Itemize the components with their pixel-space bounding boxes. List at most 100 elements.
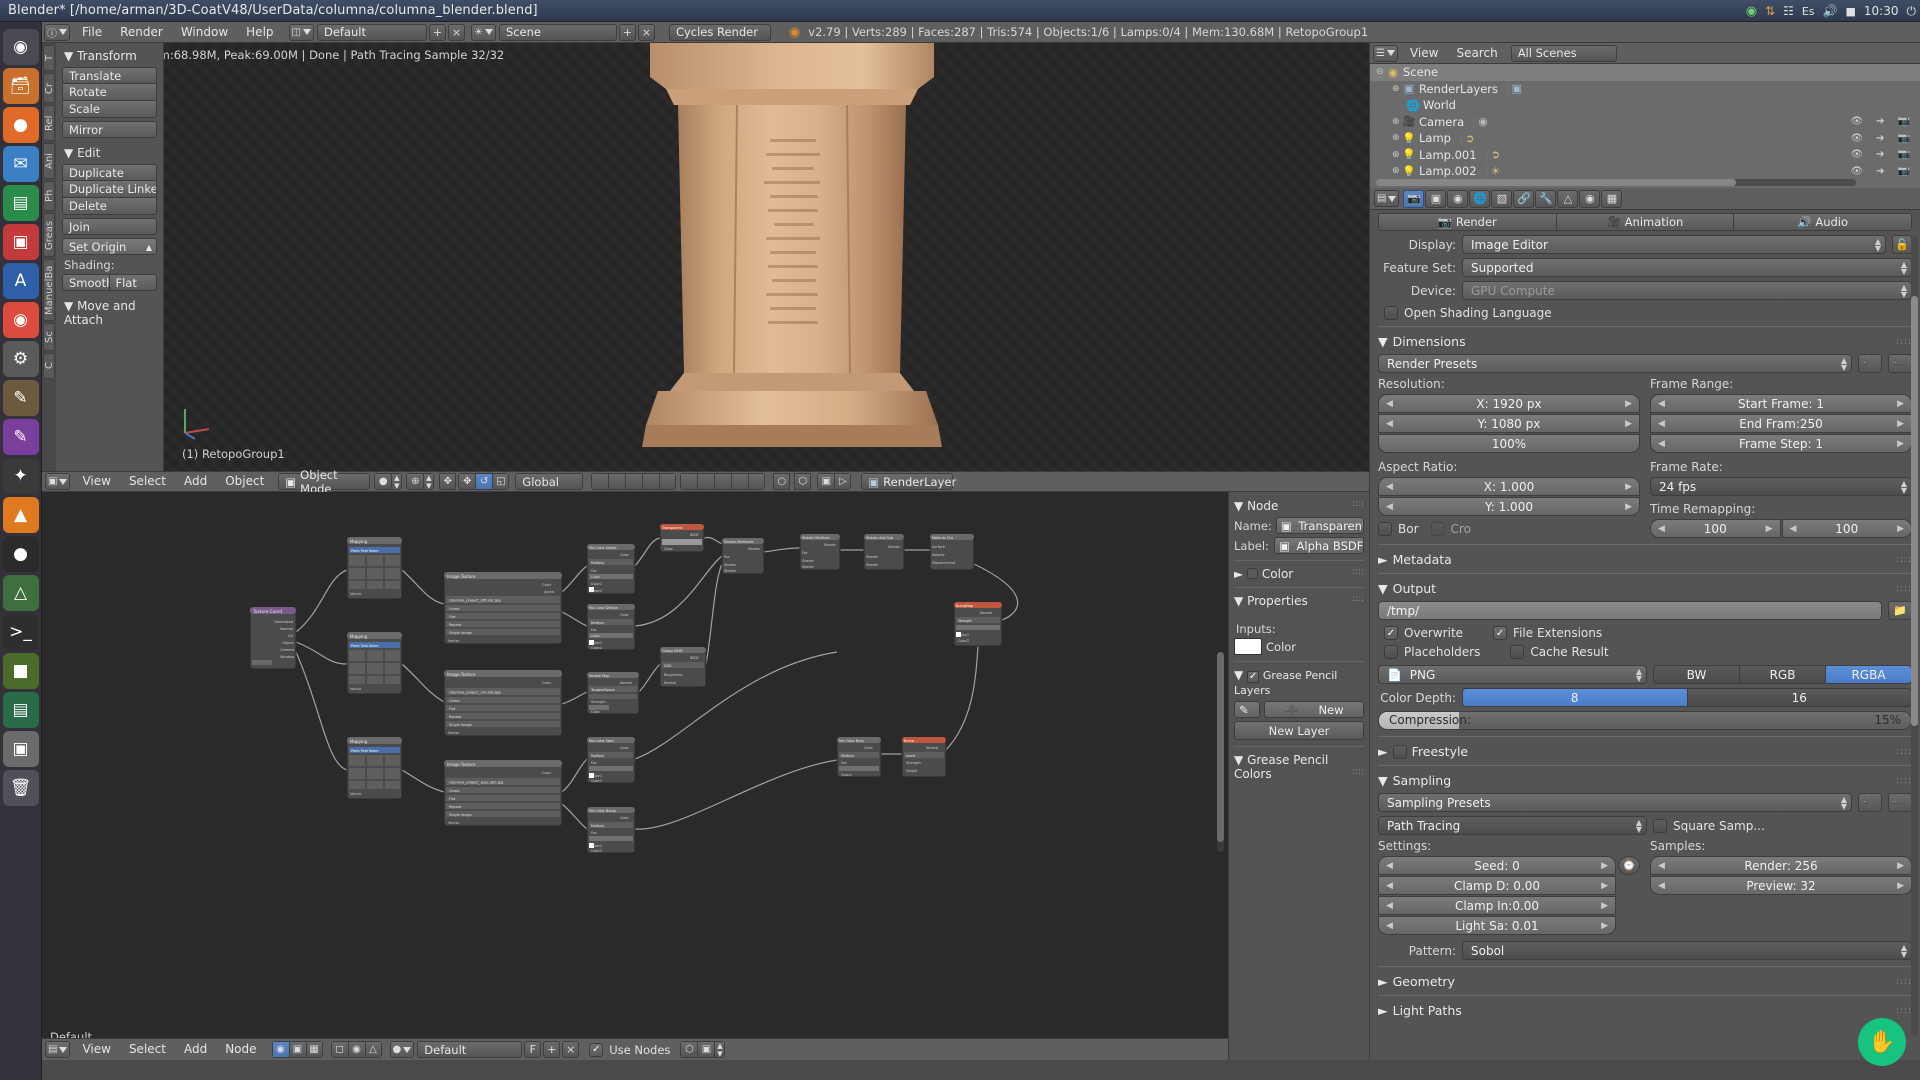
toolshelf-tab-custom[interactable]: C (43, 353, 55, 379)
material-properties-tab-icon[interactable]: ◉ (1579, 189, 1601, 208)
node-menu-select[interactable]: Select (120, 1041, 175, 1058)
pivot-chevron-icon[interactable]: ▲ ▼ (423, 473, 435, 490)
dock-gimp-icon[interactable]: ✎ (2, 380, 39, 416)
delete-scene-button[interactable]: × (637, 23, 655, 41)
constraints-tab-icon[interactable]: 🔗 (1513, 189, 1535, 208)
add-sampling-preset-button[interactable]: ➕ (1858, 793, 1882, 812)
scene-expander-icon[interactable]: ⊖ (1376, 67, 1386, 77)
layer-9[interactable] (731, 473, 749, 490)
placeholders-checkbox[interactable] (1384, 645, 1398, 659)
scale-button[interactable]: Scale (62, 101, 157, 118)
freestyle-section-header[interactable]: ► Freestyle :::: (1378, 744, 1912, 759)
layer-5[interactable] (659, 473, 677, 490)
use-nodes-checkbox[interactable]: ✓ Use Nodes (589, 1042, 670, 1057)
lamp-eye-icon[interactable]: 👁 (1850, 133, 1863, 144)
editor-type-info-icon[interactable]: ⓘ (44, 23, 70, 41)
mirror-button[interactable]: Mirror (62, 121, 157, 138)
colordepth-16-button[interactable]: 16 (1687, 688, 1912, 707)
lamp-render-icon[interactable]: 📷 (1898, 133, 1910, 144)
scene-browse-icon[interactable]: ☀ (470, 23, 496, 41)
clamp-indirect-left-arrow-icon[interactable]: ◀ (1386, 897, 1393, 915)
resolution-percentage-field[interactable]: 100% (1378, 434, 1640, 453)
aspect-y-field[interactable]: ◀ Y: 1.000 ▶ (1378, 497, 1640, 516)
preview-samples-left-arrow-icon[interactable]: ◀ (1658, 877, 1665, 895)
chrome-icon[interactable]: ◉ (1746, 4, 1757, 19)
duplicate-button[interactable]: Duplicate (62, 164, 157, 181)
node-name-input[interactable]: ▣ Transparent ... (1275, 517, 1364, 534)
render-presets-select[interactable]: Render Presets ▲ ▼ (1378, 354, 1852, 373)
outliner-display-mode[interactable]: All Scenes (1510, 44, 1617, 62)
dimensions-section-header[interactable]: ▼ Dimensions :::: (1378, 334, 1912, 349)
3d-viewport[interactable]: Time:00:02.12 | Mem:68.98M, Peak:69.00M … (42, 43, 1369, 471)
outliner-scroll-thumb[interactable] (1376, 179, 1736, 186)
input-color-swatch[interactable] (1234, 638, 1262, 655)
move-attach-panel-header[interactable]: ▼ Move and Attach (64, 299, 157, 327)
render-layers-tab-icon[interactable]: ▣ (1425, 189, 1447, 208)
node-color-section[interactable]: ► Color :::: (1234, 567, 1364, 581)
dock-calc-icon[interactable]: ▤ (2, 692, 39, 728)
dock-chrome-icon[interactable]: ◉ (2, 302, 39, 338)
screen-recorder-hand-icon[interactable]: ✋ (1858, 1018, 1906, 1066)
display-select[interactable]: Image Editor ▲ ▼ (1462, 235, 1886, 254)
node-section-header[interactable]: ▼ Node :::: (1234, 499, 1364, 513)
light-paths-grip-icon[interactable]: :::: (1896, 1006, 1912, 1016)
node-snap-icon[interactable]: ⬡ (680, 1041, 698, 1058)
properties-scroll-thumb[interactable] (1911, 296, 1918, 726)
render-animation-button[interactable]: 🎥 Animation (1556, 213, 1735, 231)
border-checkbox[interactable] (1378, 522, 1392, 536)
updates-icon[interactable]: ⇅ (1765, 4, 1775, 18)
outliner-menu-search[interactable]: Search (1447, 45, 1506, 62)
node-editor[interactable]: Texture Coord Generated Normal UV Object C… (42, 492, 1228, 1060)
render-engine-select[interactable]: Cycles Render (668, 23, 771, 41)
layer-7[interactable] (697, 473, 715, 490)
shader-nodes-icon[interactable]: ◉ (271, 1041, 289, 1058)
remove-render-preset-button[interactable]: ➖ (1888, 354, 1912, 373)
clamp-direct-right-arrow-icon[interactable]: ▶ (1601, 877, 1608, 895)
properties-scrollbar[interactable] (1911, 236, 1918, 1036)
gp-layers-checkbox[interactable]: ✓ (1247, 670, 1260, 683)
camera-eye-icon[interactable]: 👁 (1850, 116, 1863, 127)
dock-vlc-icon[interactable]: ▲ (2, 497, 39, 533)
lamp001-data-icon[interactable]: ➲ (1488, 148, 1502, 161)
renderlayer-data-icon[interactable]: ▣ (1510, 82, 1524, 95)
lamp002-cursor-icon[interactable]: ➔ (1876, 166, 1884, 177)
frame-rate-select[interactable]: 24 fps ▲ ▼ (1650, 477, 1912, 496)
resolution-x-field[interactable]: ◀ X: 1920 px ▶ (1378, 394, 1640, 413)
aspect-y-right-arrow-icon[interactable]: ▶ (1625, 498, 1632, 516)
light-samples-left-arrow-icon[interactable]: ◀ (1386, 917, 1393, 935)
network-icon[interactable]: ☷ (1783, 4, 1794, 18)
feature-set-select[interactable]: Supported ▲ ▼ (1462, 258, 1912, 277)
light-samples-right-arrow-icon[interactable]: ▶ (1601, 917, 1608, 935)
set-origin-dropdown[interactable]: Set Origin ▲▼ (62, 238, 157, 255)
transform-orientation-select[interactable]: Global (515, 473, 584, 490)
dock-files-icon[interactable]: 🗃 (2, 68, 39, 104)
crop-checkbox-row[interactable]: Cro (1430, 522, 1471, 536)
menu-help[interactable]: Help (237, 24, 282, 41)
node-vscroll-thumb[interactable] (1217, 652, 1224, 842)
screen-layout-field[interactable]: Default (316, 23, 427, 41)
delete-screen-layout-button[interactable]: × (447, 23, 465, 41)
join-button[interactable]: Join (62, 218, 157, 235)
gp-brush-selector[interactable]: ✎ (1234, 700, 1260, 718)
outliner-hscrollbar[interactable] (1376, 179, 1856, 186)
osl-checkbox[interactable] (1384, 306, 1398, 320)
frame-step-field[interactable]: ◀ Frame Step: 1 ▶ (1650, 434, 1912, 453)
grease-pencil-layers-section[interactable]: ▼ ✓ Grease Pencil Layers (1234, 668, 1364, 697)
time-remap-old-field[interactable]: ◀ 100 ▶ (1650, 519, 1781, 538)
shading-mode-icon[interactable]: ● (374, 473, 392, 490)
seed-right-arrow-icon[interactable]: ▶ (1601, 857, 1608, 875)
dock-terminal-icon[interactable]: >_ (2, 614, 39, 650)
dock-photo-icon[interactable]: ▣ (2, 731, 39, 767)
editor-type-properties-icon[interactable]: ▤ (1374, 190, 1400, 207)
dock-blender-icon[interactable]: ● (2, 536, 39, 572)
toolshelf-tab-animation[interactable]: Ani (43, 143, 55, 179)
output-section-header[interactable]: ▼ Output :::: (1378, 581, 1912, 596)
world-context-icon[interactable]: ◉ (347, 1041, 365, 1058)
output-path-browse-icon[interactable]: 📁 (1888, 601, 1912, 620)
node-label-input[interactable]: ▣ Alpha BSDF (1274, 537, 1364, 554)
duplicate-linked-button[interactable]: Duplicate Linked (62, 181, 157, 198)
node-snap-element-icon[interactable]: ▣ (697, 1041, 715, 1058)
node-menu-add[interactable]: Add (175, 1041, 216, 1058)
device-select[interactable]: GPU Compute ▲ ▼ (1462, 281, 1912, 300)
display-lock-icon[interactable]: 🔓 (1892, 235, 1912, 254)
